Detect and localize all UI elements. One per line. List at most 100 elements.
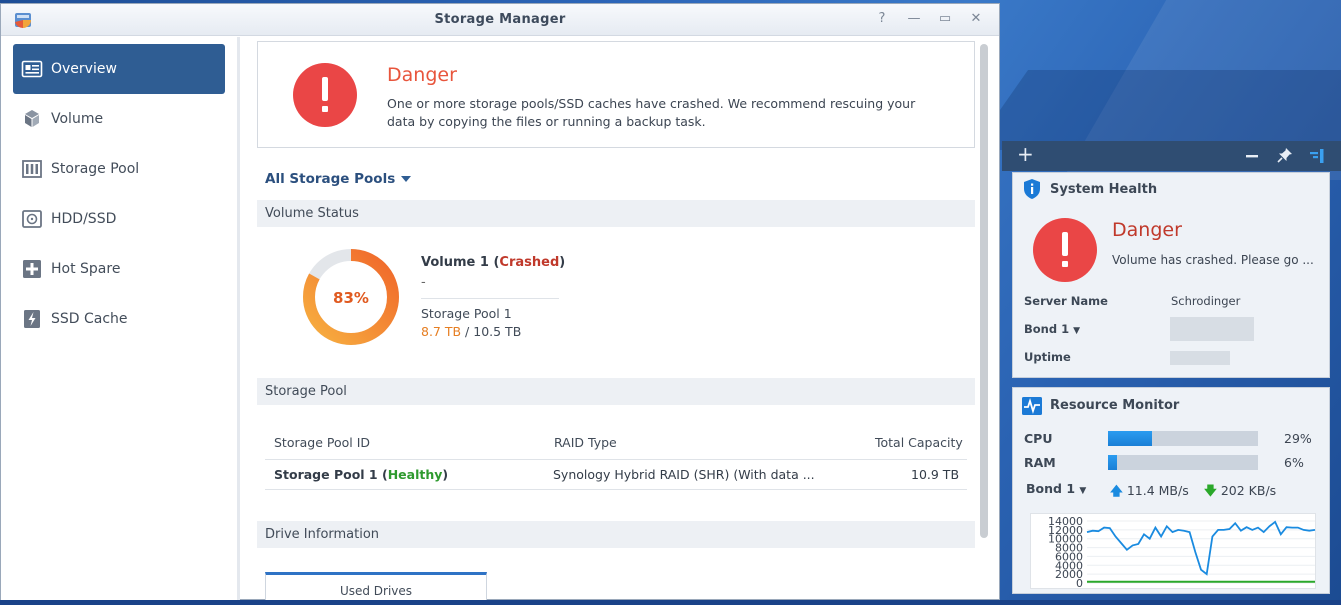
network-chart: 14000 12000 10000 8000 6000 4000 2000 0 [1030,513,1316,590]
volume-label: Volume 1 [421,255,489,270]
bond-dropdown[interactable]: Bond 1 ▼ [1024,322,1080,336]
divider [421,298,559,299]
volume-capacity: 8.7 TB / 10.5 TB [421,324,521,339]
volume-icon [25,110,39,127]
window-title: Storage Manager [434,12,566,27]
tab-used-drives[interactable]: Used Drives [265,572,487,600]
sidebar-item-label: SSD Cache [51,311,128,327]
cpu-usage-fill [1108,431,1152,446]
alert-title: Danger [387,64,457,86]
widget-title: Resource Monitor [1050,398,1180,413]
scrollbar[interactable] [980,44,988,538]
pool-status-badge: Healthy [387,467,443,482]
taskbar-edge [0,600,1341,605]
used-capacity: 8.7 TB [421,324,462,339]
download-arrow-icon: 🡇 [1204,483,1217,498]
minimize-icon[interactable]: — [906,11,922,27]
resource-monitor-widget: Resource Monitor CPU 29% RAM 6% Bond 1 ▼… [1012,387,1330,594]
health-status-text: Volume has crashed. Please go ... [1112,253,1314,267]
cpu-label: CPU [1024,431,1053,446]
volume-usage-donut: 83% [303,249,399,345]
capacity-separator: / [461,324,474,339]
system-health-widget: System Health Danger Volume has crashed.… [1012,172,1330,378]
volume-description: - [421,275,426,290]
total-capacity: 10.5 TB [473,324,522,339]
upload-value: 11.4 MB/s [1126,483,1189,498]
uptime-label: Uptime [1024,350,1071,364]
ram-label: RAM [1024,455,1056,470]
shield-info-icon [1024,179,1040,199]
danger-icon [1033,218,1097,282]
sidebar-item-label: Overview [51,61,117,77]
table-cell-capacity: 10.9 TB [911,467,960,482]
network-chart-svg: 14000120001000080006000400020000 [1048,515,1316,590]
bond-label: Bond 1 [1026,481,1076,496]
panel-toggle-icon[interactable] [1309,148,1325,164]
pool-id: Storage Pool 1 [274,467,378,482]
redacted-uptime [1170,351,1230,365]
divider [265,489,967,490]
danger-icon [293,63,357,127]
minimize-widgets-icon[interactable] [1245,148,1259,164]
sidebar-item-hot-spare[interactable]: Hot Spare [13,244,225,294]
title-bar[interactable]: Storage Manager ? — ▭ ✕ [1,4,999,36]
storage-pool-icon [22,160,42,178]
ram-usage-bar [1108,455,1258,470]
sidebar-divider [237,37,240,600]
widget-toolbar: + [1002,141,1341,171]
desktop-decoration [971,70,1341,150]
redacted-ip [1170,317,1254,341]
ram-usage-fill [1108,455,1117,470]
server-name-label: Server Name [1024,294,1108,308]
hot-spare-icon [23,260,41,278]
cpu-usage-bar [1108,431,1258,446]
overview-content: Danger One or more storage pools/SSD cac… [241,37,986,600]
chevron-down-icon: ▼ [1073,326,1081,336]
chevron-down-icon[interactable] [401,176,411,182]
download-rate: 🡇 202 KB/s [1204,482,1276,503]
network-bond-dropdown[interactable]: Bond 1 ▼ [1026,481,1086,496]
storage-pool-filter[interactable]: All Storage Pools [265,171,395,187]
bond-label: Bond 1 [1024,322,1070,336]
column-header-pool-id[interactable]: Storage Pool ID [274,435,370,450]
health-status-title: Danger [1112,219,1182,241]
chevron-down-icon: ▼ [1079,486,1087,496]
close-icon[interactable]: ✕ [968,11,984,27]
divider [265,459,967,460]
maximize-icon[interactable]: ▭ [937,11,953,27]
sidebar-item-storage-pool[interactable]: Storage Pool [13,144,225,194]
ssd-cache-icon [24,310,40,328]
cpu-percent: 29% [1284,431,1312,446]
table-row-pool-id[interactable]: Storage Pool 1 (Healthy) [274,467,448,482]
sidebar-item-label: Volume [51,111,104,127]
sidebar-item-volume[interactable]: Volume [13,94,225,144]
volume-pool-name: Storage Pool 1 [421,306,512,321]
alert-message: One or more storage pools/SSD caches hav… [387,96,916,129]
help-icon[interactable]: ? [874,11,890,27]
drive-info-header: Drive Information [257,521,975,548]
volume-name: Volume 1 (Crashed) [421,255,566,270]
sidebar-item-label: Hot Spare [51,261,121,277]
sidebar-item-hdd-ssd[interactable]: HDD/SSD [13,194,225,244]
table-cell-raid-type: Synology Hybrid RAID (SHR) (With data ..… [553,467,815,482]
sidebar-item-overview[interactable]: Overview [13,44,225,94]
y-tick-label: 0 [1076,577,1083,590]
resource-monitor-icon [1022,397,1042,415]
add-widget-icon[interactable]: + [1017,144,1034,164]
ram-percent: 6% [1284,455,1304,470]
download-value: 202 KB/s [1220,483,1277,498]
widget-title: System Health [1050,182,1158,197]
storage-pool-header: Storage Pool [257,378,975,405]
pin-icon[interactable] [1277,147,1293,163]
column-header-raid-type[interactable]: RAID Type [554,435,617,450]
volume-status-badge: Crashed [499,255,560,270]
sidebar-item-label: Storage Pool [51,161,140,177]
usage-percent: 83% [333,289,369,307]
volume-status-header: Volume Status [257,200,975,227]
storage-manager-window: Storage Manager ? — ▭ ✕ Overview Volume [0,3,1000,600]
column-header-total-capacity[interactable]: Total Capacity [875,435,963,450]
upload-arrow-icon: 🡅 [1110,483,1123,498]
upload-rate: 🡅 11.4 MB/s [1110,482,1189,503]
sidebar-item-ssd-cache[interactable]: SSD Cache [13,294,225,344]
hdd-icon [22,210,42,228]
